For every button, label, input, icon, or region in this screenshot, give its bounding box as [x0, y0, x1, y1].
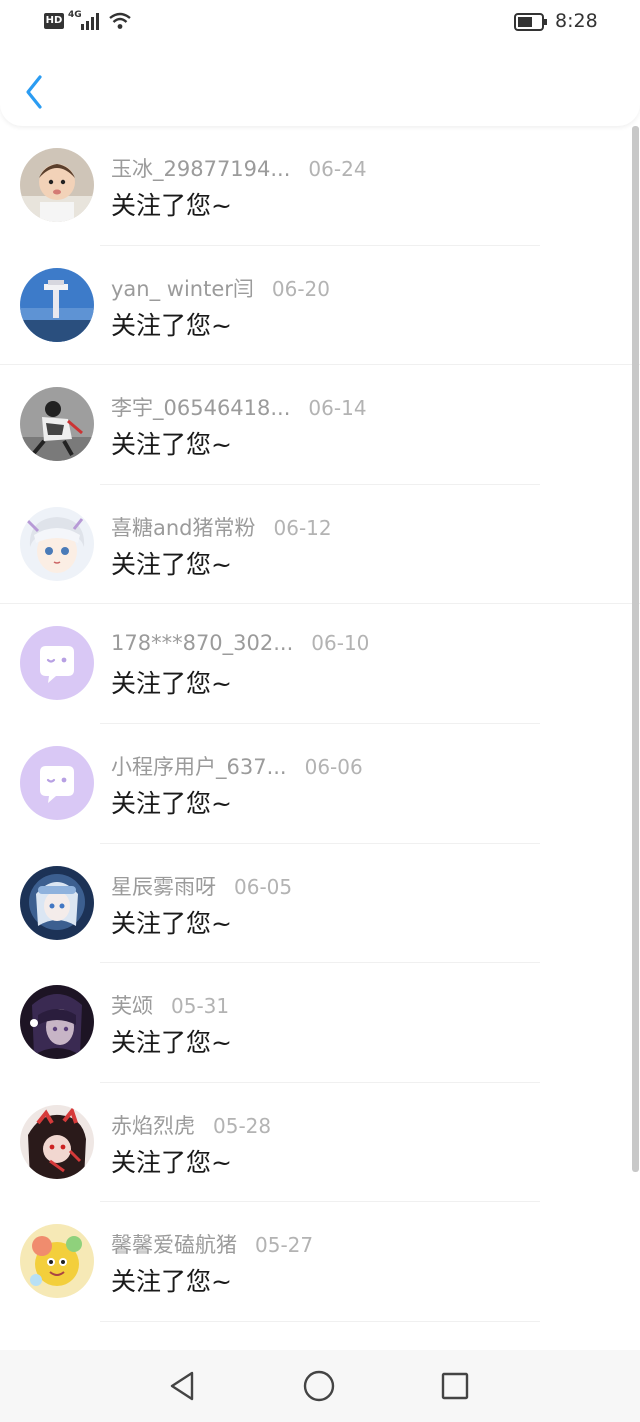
message-text: 关注了您~	[111, 1147, 232, 1177]
avatar[interactable]	[20, 1104, 94, 1179]
list-item[interactable]: 芙颂 05-31 关注了您~	[0, 963, 640, 1083]
date-label: 06-05	[234, 874, 293, 899]
item-header: yan_ winter闫 06-20	[111, 273, 330, 303]
item-header: 星辰雾雨呀 06-05	[111, 871, 292, 901]
avatar[interactable]	[20, 985, 94, 1060]
avatar[interactable]	[20, 745, 94, 820]
date-label: 05-28	[213, 1113, 272, 1138]
wifi-icon	[109, 12, 131, 29]
username[interactable]: 赤焰烈虎	[111, 1114, 195, 1138]
username[interactable]: 喜糖and猪常粉	[111, 516, 256, 540]
list-item[interactable]: 小程序用户_637... 06-06 关注了您~	[0, 724, 640, 844]
message-text: 关注了您~	[111, 191, 232, 220]
back-button[interactable]	[22, 72, 50, 112]
date-label: 06-06	[304, 754, 363, 779]
date-label: 06-10	[311, 631, 370, 656]
list-item[interactable]: 李宇_06546418... 06-14 关注了您~	[0, 365, 640, 485]
message-text: 关注了您~	[111, 310, 232, 340]
username[interactable]: 芙颂	[111, 994, 153, 1018]
item-header: 喜糖and猪常粉 06-12	[111, 512, 332, 542]
item-header: 玉冰_29877194... 06-24	[111, 153, 367, 183]
list-item[interactable]: 178***870_302... 06-10 关注了您~	[0, 604, 640, 724]
date-label: 06-20	[271, 276, 331, 301]
date-label: 06-12	[273, 515, 332, 540]
avatar[interactable]	[20, 148, 94, 222]
list-item[interactable]: 玉冰_29877194... 06-24 关注了您~	[0, 126, 640, 246]
signal-icon	[81, 13, 99, 30]
list-item[interactable]: yan_ winter闫 06-20 关注了您~	[0, 246, 640, 366]
username[interactable]: 馨馨爱磕航猪	[111, 1233, 237, 1257]
username[interactable]: yan_ winter闫	[111, 277, 254, 301]
date-label: 05-27	[255, 1233, 314, 1258]
username[interactable]: 178***870_302...	[111, 631, 293, 655]
item-header: 芙颂 05-31	[111, 990, 229, 1020]
item-header: 馨馨爱磕航猪 05-27	[111, 1229, 313, 1259]
battery-icon	[514, 13, 547, 31]
avatar[interactable]	[20, 267, 94, 342]
list-item[interactable]: 馨馨爱磕航猪 05-27 关注了您~	[0, 1202, 640, 1322]
username[interactable]: 玉冰_29877194...	[111, 157, 290, 181]
navigation-bar	[0, 1350, 640, 1422]
message-text: 关注了您~	[111, 549, 232, 579]
nav-recent-icon[interactable]	[440, 1371, 470, 1401]
list-item[interactable]: 赤焰烈虎 05-28 关注了您~	[0, 1083, 640, 1203]
message-text: 关注了您~	[111, 1028, 232, 1058]
list-item[interactable]: 喜糖and猪常粉 06-12 关注了您~	[0, 485, 640, 605]
status-bar: HD 4G 8:28	[0, 0, 640, 44]
message-text: 关注了您~	[111, 908, 232, 938]
follower-list: 玉冰_29877194... 06-24 关注了您~ yan_ winter闫 06-2…	[0, 126, 640, 1350]
avatar[interactable]	[20, 1224, 94, 1299]
date-label: 05-31	[171, 994, 230, 1019]
nav-back-icon[interactable]	[168, 1370, 198, 1402]
message-text: 关注了您~	[111, 1267, 232, 1297]
username[interactable]: 星辰雾雨呀	[111, 875, 216, 899]
username[interactable]: 小程序用户_637...	[111, 755, 287, 779]
username[interactable]: 李宇_06546418...	[111, 396, 290, 420]
divider	[100, 1320, 540, 1322]
item-header: 赤焰烈虎 05-28	[111, 1110, 271, 1140]
avatar[interactable]	[20, 387, 94, 462]
message-text: 关注了您~	[111, 669, 232, 699]
hd-badge: HD	[44, 13, 64, 29]
avatar[interactable]	[20, 626, 94, 701]
scrollbar[interactable]	[632, 126, 639, 1172]
clock: 8:28	[555, 10, 598, 32]
avatar[interactable]	[20, 865, 94, 940]
item-header: 小程序用户_637... 06-06	[111, 751, 363, 781]
date-label: 06-24	[308, 157, 367, 181]
date-label: 06-14	[308, 396, 367, 421]
header: HD 4G 8:28	[0, 0, 640, 126]
avatar[interactable]	[20, 506, 94, 581]
item-header: 178***870_302... 06-10	[111, 631, 369, 655]
message-text: 关注了您~	[111, 788, 232, 818]
item-header: 李宇_06546418... 06-14	[111, 392, 367, 422]
message-text: 关注了您~	[111, 430, 232, 460]
list-item[interactable]: 星辰雾雨呀 06-05 关注了您~	[0, 844, 640, 964]
nav-home-icon[interactable]	[302, 1369, 336, 1403]
